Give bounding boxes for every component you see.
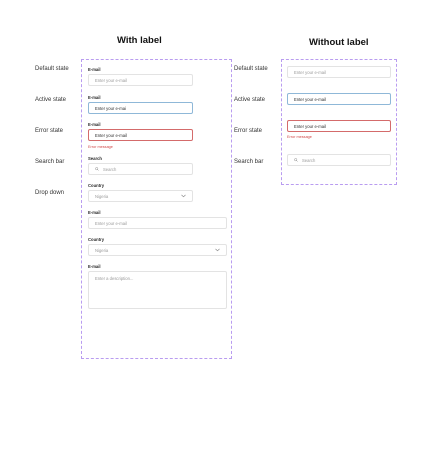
country-wide-label: Country bbox=[88, 237, 105, 242]
email-default-placeholder-nolabel: Enter your e-mail bbox=[294, 69, 326, 75]
email-default-input[interactable]: Enter your e-mail bbox=[88, 74, 193, 86]
search-input-nolabel[interactable]: Search bbox=[287, 154, 391, 166]
search-label: Search bbox=[88, 156, 102, 161]
label-default-state-right: Default state bbox=[234, 66, 268, 72]
email-default-label: E-mail bbox=[88, 67, 101, 72]
label-drop-down-left: Drop down bbox=[35, 190, 65, 196]
chevron-down-icon bbox=[181, 194, 186, 198]
email-error-label: E-mail bbox=[88, 122, 101, 127]
description-label: E-mail bbox=[88, 264, 101, 269]
email-error-message-nolabel: Error message bbox=[287, 135, 312, 139]
without-label-frame: Enter your e-mail Enter your e-mail Ente… bbox=[281, 59, 397, 185]
label-error-state-left: Error state bbox=[35, 128, 64, 134]
search-icon bbox=[95, 167, 99, 171]
email-default-input-nolabel[interactable]: Enter your e-mail bbox=[287, 66, 391, 78]
email-error-input-nolabel[interactable]: Enter your e-mail bbox=[287, 120, 391, 132]
email-active-value: Enter your e-mai bbox=[95, 105, 126, 111]
email-error-value: Enter your e-mail bbox=[95, 132, 127, 138]
label-search-bar-right: Search bar bbox=[234, 159, 264, 165]
country-dropdown-label: Country bbox=[88, 183, 105, 188]
email-active-value-nolabel: Enter your e-mail bbox=[294, 96, 326, 102]
email-active-label: E-mail bbox=[88, 95, 101, 100]
header-with-label: With label bbox=[117, 35, 162, 46]
label-error-state-right: Error state bbox=[234, 128, 263, 134]
search-input[interactable]: Search bbox=[88, 163, 193, 175]
email-wide-label: E-mail bbox=[88, 210, 101, 215]
country-dropdown-value: Nigeria bbox=[95, 193, 109, 199]
label-search-bar-left: Search bar bbox=[35, 159, 65, 165]
email-wide-placeholder: Enter your e-mail bbox=[95, 220, 127, 226]
country-wide-dropdown[interactable]: Nigeria bbox=[88, 244, 227, 256]
label-active-state-left: Active state bbox=[35, 97, 67, 103]
search-icon bbox=[294, 158, 298, 162]
search-placeholder: Search bbox=[103, 166, 117, 172]
country-dropdown[interactable]: Nigeria bbox=[88, 190, 193, 202]
description-textarea[interactable]: Enter a description... bbox=[88, 271, 227, 309]
email-default-placeholder: Enter your e-mail bbox=[95, 77, 127, 83]
email-error-value-nolabel: Enter your e-mail bbox=[294, 123, 326, 129]
country-wide-value: Nigeria bbox=[95, 247, 109, 253]
label-default-state-left: Default state bbox=[35, 66, 69, 72]
email-active-input-nolabel[interactable]: Enter your e-mail bbox=[287, 93, 391, 105]
description-placeholder: Enter a description... bbox=[95, 276, 134, 281]
chevron-down-icon bbox=[215, 248, 220, 252]
email-error-input[interactable]: Enter your e-mail bbox=[88, 129, 193, 141]
email-error-message: Error message bbox=[88, 145, 113, 149]
with-label-frame: E-mail Enter your e-mail E-mail Enter yo… bbox=[81, 59, 232, 359]
search-placeholder-nolabel: Search bbox=[302, 157, 316, 163]
email-wide-input[interactable]: Enter your e-mail bbox=[88, 217, 227, 229]
header-without-label: Without label bbox=[309, 37, 369, 48]
email-active-input[interactable]: Enter your e-mai bbox=[88, 102, 193, 114]
label-active-state-right: Active state bbox=[234, 97, 266, 103]
